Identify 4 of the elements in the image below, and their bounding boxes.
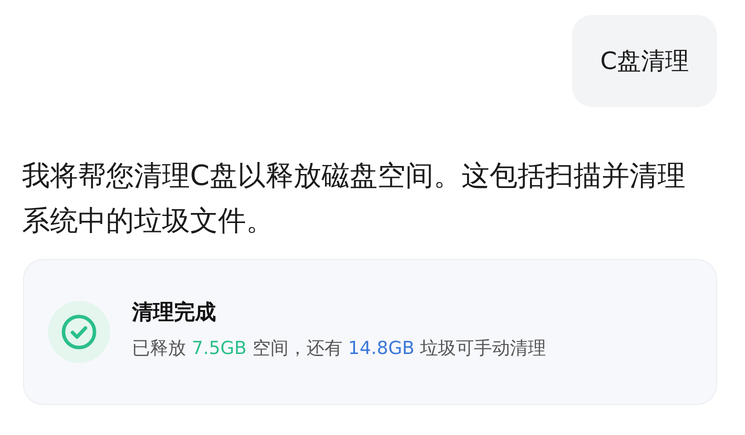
user-message: C盘清理 (572, 15, 717, 107)
result-detail: 已释放 7.5GB 空间，还有 14.8GB 垃圾可手动清理 (132, 337, 546, 360)
result-title: 清理完成 (132, 299, 217, 326)
assistant-message: 我将帮您清理C盘以释放磁盘空间。这包括扫描并清理系统中的垃圾文件。 (22, 158, 687, 239)
